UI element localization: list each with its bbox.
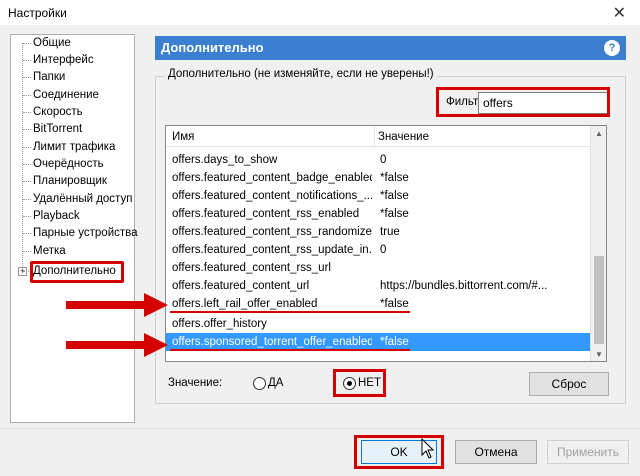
row-name: offers.left_rail_offer_enabled (172, 298, 318, 310)
row-value: 0 (380, 154, 387, 166)
annotation-highlight-filter (436, 87, 610, 117)
table-row[interactable]: offers.featured_content_notifications_..… (166, 187, 592, 205)
close-icon[interactable]: ✕ (613, 3, 626, 23)
settings-table[interactable]: Имя Значение offers.days_to_show 0 offer… (165, 125, 607, 362)
sidebar-item-folders[interactable]: Папки (22, 69, 65, 86)
row-name: offers.featured_content_url (172, 280, 310, 292)
title-bar: Настройки ✕ (0, 0, 640, 26)
sidebar-item-playback[interactable]: Playback (23, 208, 80, 225)
cancel-button[interactable]: Отмена (455, 440, 537, 464)
reset-button[interactable]: Сброс (529, 372, 609, 396)
row-name: offers.featured_content_notifications_..… (172, 190, 372, 202)
row-name: offers.sponsored_torrent_offer_enabled (172, 336, 372, 348)
scroll-down-icon[interactable]: ▼ (591, 347, 606, 361)
annotation-highlight-no (333, 369, 386, 397)
sidebar-item-scheduler[interactable]: Планировщик (23, 173, 107, 190)
table-row[interactable]: offers.days_to_show 0 (166, 151, 592, 169)
scroll-up-icon[interactable]: ▲ (591, 126, 606, 142)
column-header-name[interactable]: Имя (172, 131, 194, 143)
column-header-value[interactable]: Значение (378, 131, 429, 143)
sidebar-item-interface[interactable]: Интерфейс (23, 52, 94, 69)
annotation-arrow-sponsored (66, 333, 168, 357)
row-name: offers.featured_content_badge_enabled (172, 172, 372, 184)
value-label: Значение: (168, 377, 223, 389)
settings-tree[interactable]: Общие Интерфейс Папки Соединение Скорост… (10, 34, 138, 423)
page-header: Дополнительно ? (155, 36, 626, 60)
row-value: *false (380, 208, 409, 220)
row-value: 0 (380, 244, 387, 256)
sidebar-item-bittorrent[interactable]: BitTorrent (22, 121, 82, 138)
table-row-left-rail[interactable]: offers.left_rail_offer_enabled *false (166, 295, 592, 313)
table-row-selected[interactable]: offers.sponsored_torrent_offer_enabled *… (166, 333, 592, 351)
row-value: *false (380, 190, 409, 202)
table-row[interactable]: offers.featured_content_rss_enabled *fal… (166, 205, 592, 223)
page-title: Дополнительно (161, 40, 264, 55)
row-name: offers.featured_content_rss_update_in... (172, 244, 372, 256)
sidebar-item-paired-devices[interactable]: Парные устройства (23, 225, 138, 242)
sidebar-item-remote-access[interactable]: Удалённый доступ (22, 191, 132, 208)
table-row[interactable]: offers.featured_content_rss_update_in...… (166, 241, 592, 259)
annotation-arrow-left-rail (66, 293, 168, 317)
sidebar-item-connection[interactable]: Соединение (23, 87, 99, 104)
sidebar-item-general[interactable]: Общие (23, 35, 71, 52)
apply-button[interactable]: Применить (547, 440, 629, 464)
row-name: offers.featured_content_rss_enabled (172, 208, 360, 220)
row-name: offers.offer_history (172, 318, 267, 330)
scroll-thumb[interactable] (594, 256, 604, 344)
mouse-cursor-icon (421, 438, 435, 459)
table-row[interactable]: offers.featured_content_badge_enabled *f… (166, 169, 592, 187)
group-label: Дополнительно (не изменяйте, если не уве… (165, 68, 437, 80)
table-row[interactable]: offers.offer_history (166, 315, 592, 333)
sidebar-item-speed[interactable]: Скорость (23, 104, 83, 121)
table-row[interactable]: offers.featured_content_rss_randomize tr… (166, 223, 592, 241)
row-name: offers.featured_content_rss_randomize (172, 226, 372, 238)
row-value: true (380, 226, 400, 238)
row-name: offers.featured_content_rss_url (172, 262, 331, 274)
radio-yes[interactable] (253, 377, 266, 390)
row-value: *false (380, 336, 409, 348)
row-value: *false (380, 172, 409, 184)
sidebar-item-traffic-limit[interactable]: Лимит трафика (22, 139, 115, 156)
table-row[interactable]: offers.featured_content_rss_url (166, 259, 592, 277)
window-title: Настройки (8, 6, 67, 20)
footer-divider (0, 428, 640, 429)
row-value: *false (380, 298, 409, 310)
help-icon[interactable]: ? (604, 40, 620, 56)
column-separator[interactable] (374, 126, 375, 147)
sidebar-item-queueing[interactable]: Очерёдность (23, 156, 104, 173)
radio-yes-label[interactable]: ДА (268, 377, 283, 389)
row-name: offers.days_to_show (172, 154, 278, 166)
sidebar-item-label[interactable]: Метка (23, 243, 66, 260)
annotation-highlight-advanced (30, 261, 124, 283)
table-header: Имя Значение (166, 126, 592, 147)
table-row[interactable]: offers.featured_content_url https://bund… (166, 277, 592, 295)
vertical-scrollbar[interactable]: ▲ ▼ (590, 126, 606, 361)
row-value: https://bundles.bittorrent.com/#... (380, 280, 548, 292)
